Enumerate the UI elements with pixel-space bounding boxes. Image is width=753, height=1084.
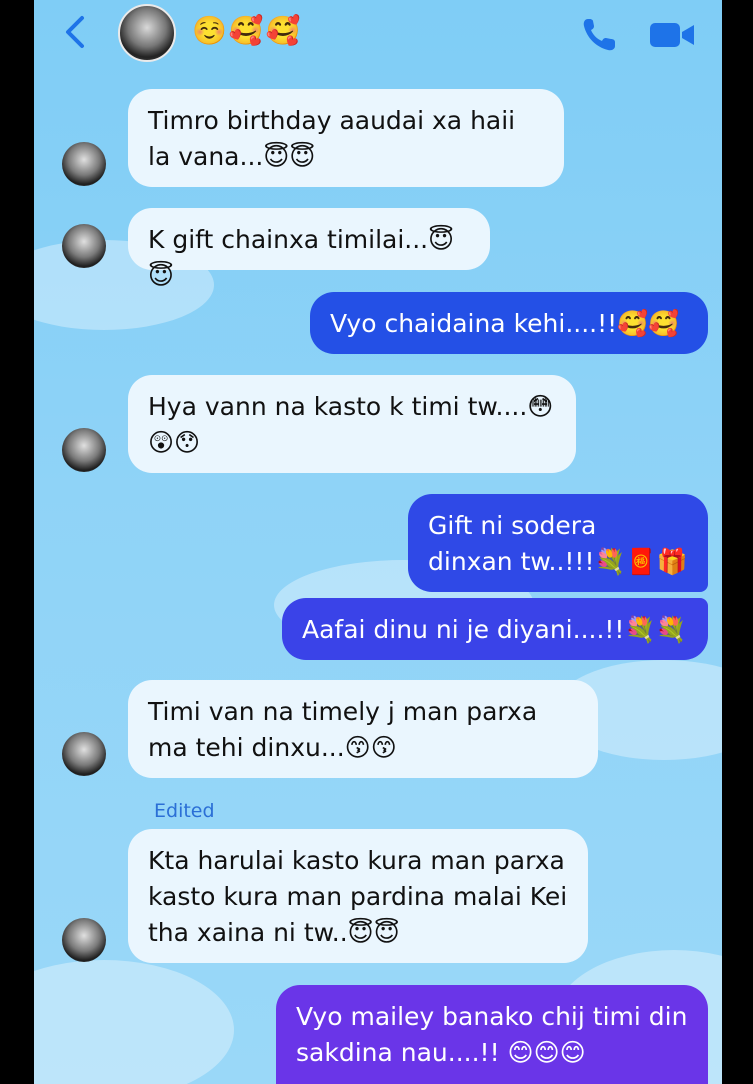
cloud-decoration <box>34 960 234 1084</box>
phone-icon[interactable] <box>580 16 620 52</box>
incoming-message[interactable]: Kta harulai kasto kura man parxa kasto k… <box>128 829 588 963</box>
outgoing-message[interactable]: Gift ni sodera dinxan tw..!!!💐🧧🎁 <box>408 494 708 592</box>
incoming-message[interactable]: K gift chainxa timilai...😇😇 <box>128 208 490 290</box>
contact-avatar-small[interactable] <box>62 142 106 186</box>
outgoing-message[interactable]: Vyo chaidaina kehi....!!🥰🥰 <box>310 292 708 354</box>
contact-avatar-small[interactable] <box>62 428 106 472</box>
edited-label: Edited <box>154 800 215 822</box>
contact-name[interactable]: ☺️🥰🥰 <box>192 14 303 47</box>
contact-avatar-small[interactable] <box>62 918 106 962</box>
contact-avatar[interactable] <box>118 4 176 62</box>
outgoing-message[interactable]: Aafai dinu ni je diyani....!!💐💐 <box>282 598 708 660</box>
chat-header: ☺️🥰🥰 <box>34 0 722 72</box>
incoming-message[interactable]: Timi van na timely j man parxa ma tehi d… <box>128 680 598 778</box>
incoming-message[interactable]: Timro birthday aaudai xa haii la vana...… <box>128 89 564 187</box>
contact-avatar-small[interactable] <box>62 224 106 268</box>
contact-avatar-small[interactable] <box>62 732 106 776</box>
video-camera-icon[interactable] <box>648 20 696 50</box>
chat-screen: ☺️🥰🥰 Timro birthday aaudai xa haii la va… <box>34 0 722 1084</box>
incoming-message[interactable]: Hya vann na kasto k timi tw....😳 😲😯 <box>128 375 576 473</box>
chevron-left-icon[interactable] <box>62 14 90 50</box>
outgoing-message[interactable]: Vyo mailey banako chij timi din sakdina … <box>276 985 708 1084</box>
